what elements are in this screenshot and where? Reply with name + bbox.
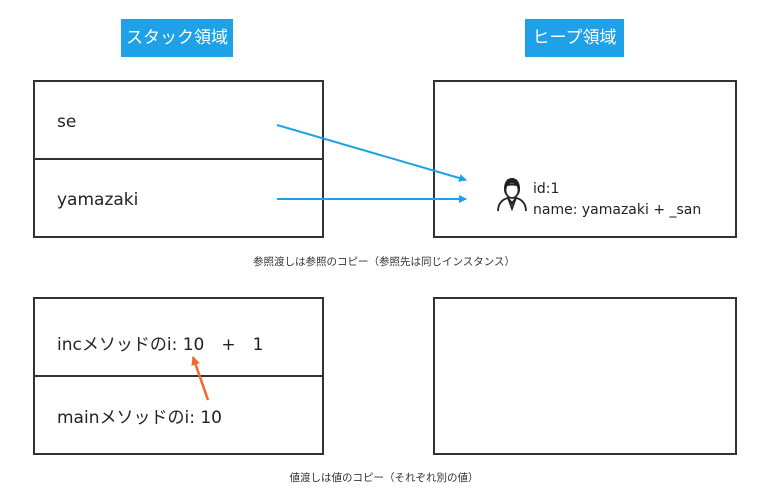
value-copy-arrow xyxy=(191,356,210,401)
reference-arrow-se xyxy=(276,124,467,182)
arrows-overlay xyxy=(191,124,467,401)
